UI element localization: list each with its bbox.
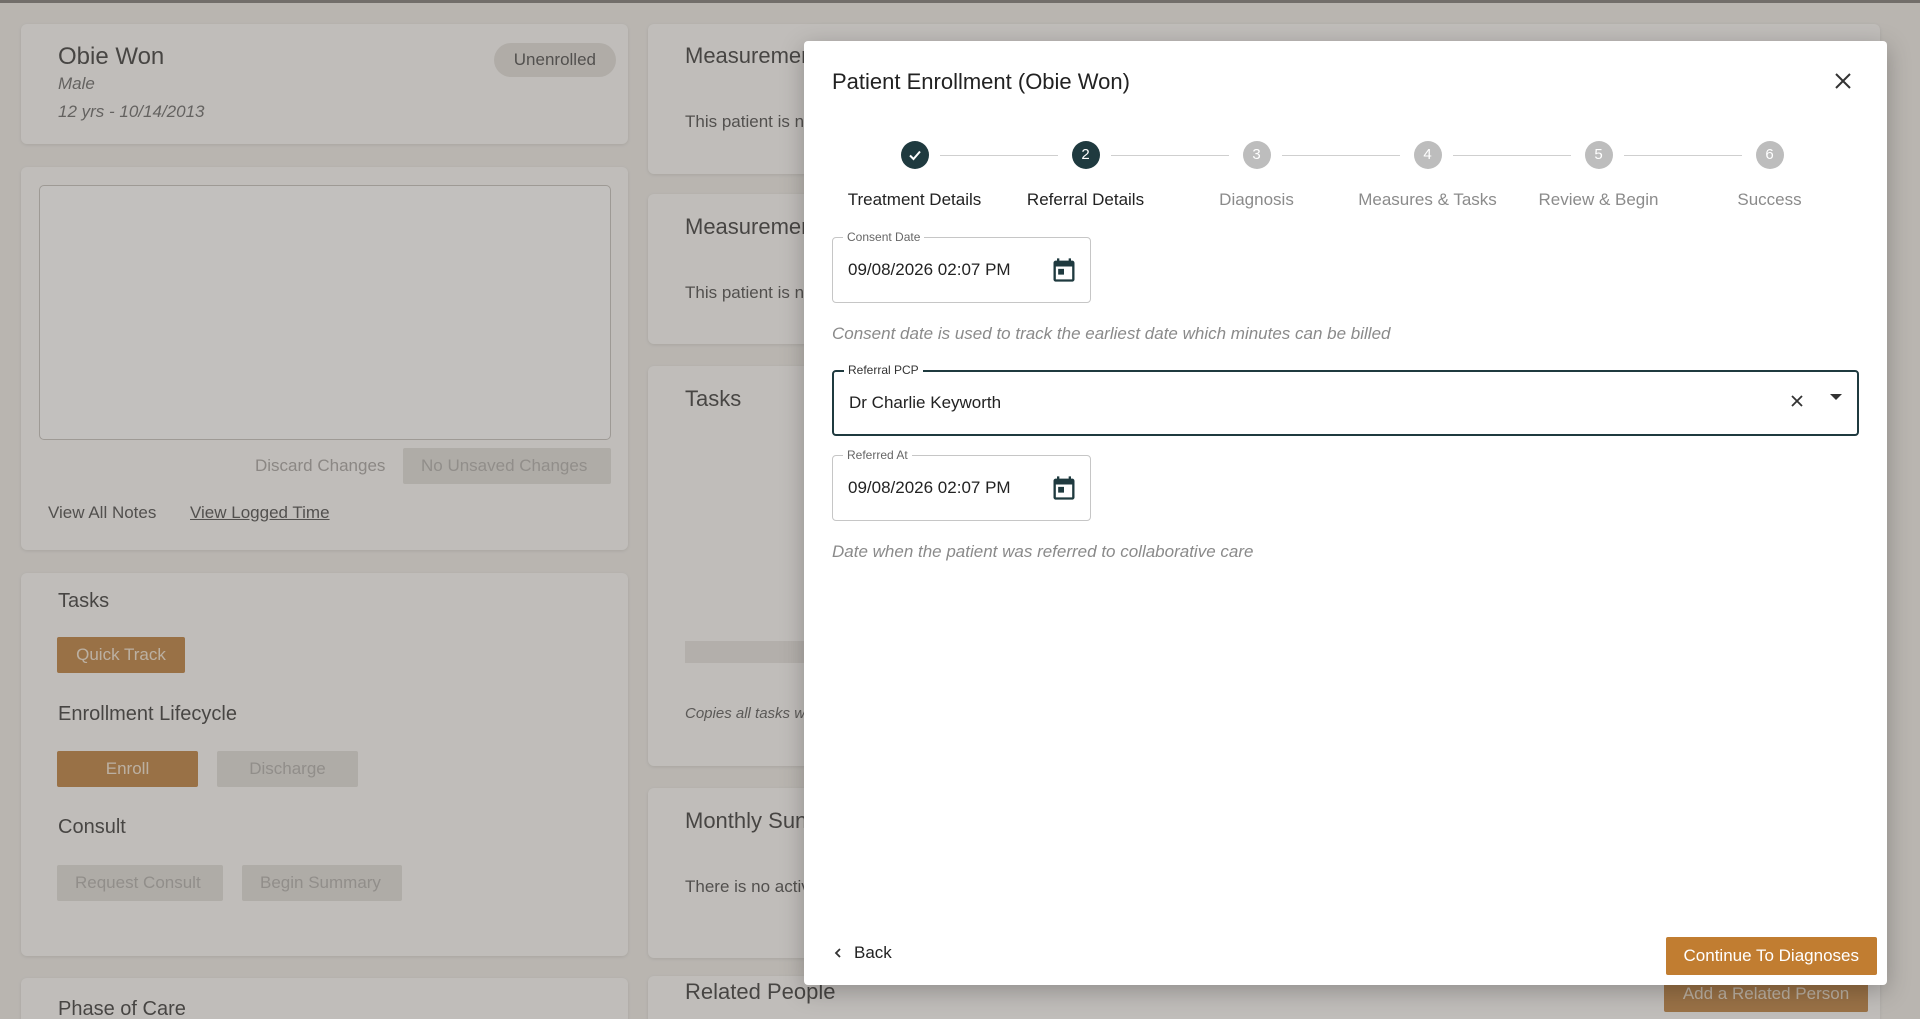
referred-at-helper: Date when the patient was referred to co… [832,542,1254,561]
step-label: Measures & Tasks [1358,190,1497,209]
clear-icon[interactable] [1787,391,1807,411]
consent-date-helper: Consent date is used to track the earlie… [832,324,1391,343]
step-label: Review & Begin [1538,190,1659,209]
step-review-begin[interactable]: 5 Review & Begin [1513,141,1684,210]
step-number: 4 [1413,141,1442,169]
step-treatment-details[interactable]: Treatment Details [829,141,1000,210]
step-diagnosis[interactable]: 3 Diagnosis [1171,141,1342,210]
enrollment-stepper: Treatment Details 2 Referral Details 3 D… [804,141,1887,221]
calendar-icon[interactable] [1050,474,1078,502]
close-dialog-button[interactable] [1831,69,1855,93]
step-number: 3 [1242,141,1271,169]
referred-at-field[interactable]: Referred At 09/08/2026 02:07 PM [832,448,1091,521]
consent-date-field[interactable]: Consent Date 09/08/2026 02:07 PM [832,230,1091,303]
step-label: Treatment Details [847,190,982,209]
patient-enrollment-dialog: Patient Enrollment (Obie Won) Treatment … [804,41,1887,985]
consent-date-input[interactable]: 09/08/2026 02:07 PM [848,238,1011,302]
chevron-left-icon [834,948,841,958]
referral-pcp-select[interactable]: Referral PCP Dr Charlie Keyworth [832,363,1859,436]
step-referral-details[interactable]: 2 Referral Details [1000,141,1171,210]
back-label: Back [854,943,892,962]
step-label: Success [1737,190,1802,209]
referred-at-input[interactable]: 09/08/2026 02:07 PM [848,456,1011,520]
step-number: 5 [1584,141,1613,169]
step-label: Diagnosis [1219,190,1294,209]
dialog-title: Patient Enrollment (Obie Won) [832,69,1130,94]
continue-to-diagnoses-button[interactable]: Continue To Diagnoses [1665,937,1877,975]
step-label: Referral Details [1026,190,1145,209]
step-measures-tasks[interactable]: 4 Measures & Tasks [1342,141,1513,210]
step-success[interactable]: 6 Success [1684,141,1855,210]
referral-pcp-value[interactable]: Dr Charlie Keyworth [849,372,1001,434]
chevron-down-icon[interactable] [1830,394,1842,400]
check-icon [900,141,929,169]
close-icon [1835,73,1851,89]
step-number: 2 [1071,141,1100,169]
back-button[interactable]: Back [824,935,900,971]
calendar-icon[interactable] [1050,256,1078,284]
step-number: 6 [1755,141,1784,169]
